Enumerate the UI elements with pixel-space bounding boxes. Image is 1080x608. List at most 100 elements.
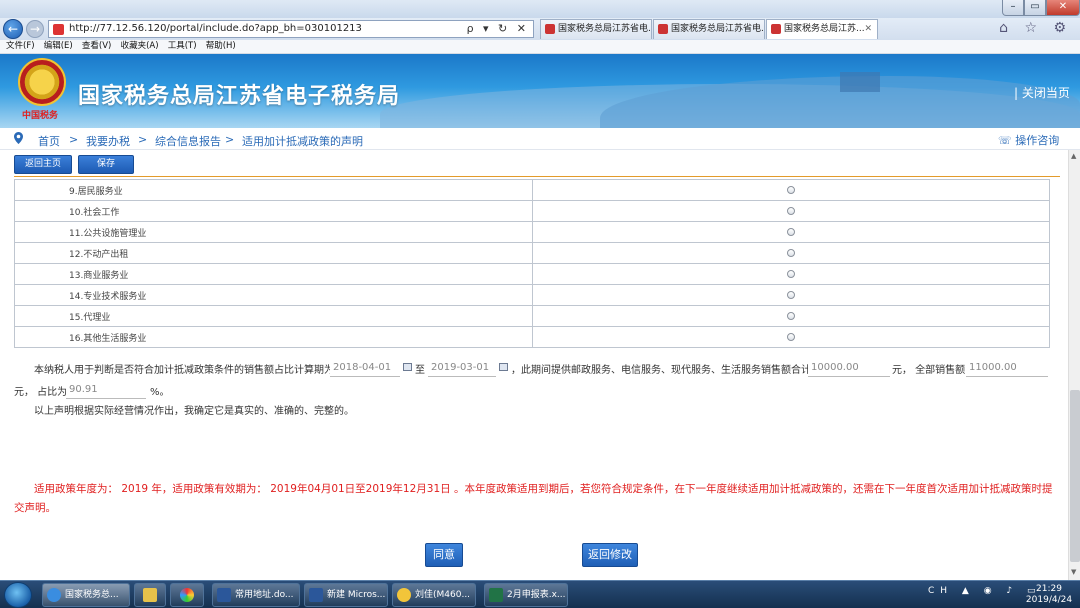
percent-label: %。 xyxy=(150,387,170,398)
taskbar-word-1[interactable]: 常用地址.do... xyxy=(212,583,300,607)
task-label: 常用地址.do... xyxy=(235,590,294,600)
scroll-up-icon[interactable]: ▲ xyxy=(1071,152,1076,160)
industry-radio[interactable] xyxy=(787,248,795,257)
industry-radio[interactable] xyxy=(787,311,795,320)
emblem-caption: 中国税务 xyxy=(22,111,59,121)
taskbar: 国家税务总... 常用地址.do... 新建 Micros... 刘佳(M460… xyxy=(0,580,1080,608)
table-row: 10.社会工作 xyxy=(14,200,1050,222)
tab-close-icon[interactable]: ✕ xyxy=(864,20,872,38)
table-row: 16.其他生活服务业 xyxy=(14,326,1050,348)
back-button[interactable]: ← xyxy=(3,19,23,39)
url-text: http://77.12.56.120/portal/include.do?ap… xyxy=(69,23,362,34)
agree-button[interactable]: 同意 xyxy=(425,543,463,567)
start-button[interactable] xyxy=(4,582,32,608)
folder-icon xyxy=(143,588,157,602)
task-label: 国家税务总... xyxy=(65,590,119,600)
industry-radio[interactable] xyxy=(787,206,795,215)
colorwheel-icon xyxy=(180,588,194,602)
taskbar-im[interactable]: 刘佳(M460... xyxy=(392,583,476,607)
form-toolbar: 返回主页 保存 xyxy=(0,150,1068,176)
start-date-field[interactable] xyxy=(330,359,400,377)
table-row: 14.专业技术服务业 xyxy=(14,284,1050,306)
industry-radio[interactable] xyxy=(787,185,795,194)
calendar-icon[interactable] xyxy=(403,363,412,371)
industry-radio[interactable] xyxy=(787,227,795,236)
service-sales-field[interactable] xyxy=(808,359,890,377)
to-label: 至 xyxy=(415,365,425,376)
menu-tools[interactable]: 工具(T) xyxy=(168,40,197,53)
menu-favorites[interactable]: 收藏夹(A) xyxy=(121,40,159,53)
industry-name: 9.居民服务业 xyxy=(14,179,533,201)
industry-name: 13.商业服务业 xyxy=(14,263,533,285)
help-consult-link[interactable]: ☏ 操作咨询 xyxy=(998,132,1059,148)
industry-select-cell xyxy=(532,242,1050,264)
industry-name: 11.公共设施管理业 xyxy=(14,221,533,243)
great-wall-decoration xyxy=(840,72,880,92)
breadcrumb-my-tax[interactable]: 我要办税 xyxy=(86,133,130,149)
browser-tab-active[interactable]: 国家税务总局江苏... ✕ xyxy=(766,19,878,39)
menu-view[interactable]: 查看(V) xyxy=(82,40,111,53)
menu-edit[interactable]: 编辑(E) xyxy=(44,40,73,53)
breadcrumb-separator: > xyxy=(69,133,79,146)
declaration-mid: ，此期间提供邮政服务、电信服务、现代服务、生活服务销售额合计 xyxy=(511,365,811,376)
forward-button[interactable]: → xyxy=(26,20,44,38)
statement-text: 以上声明根据实际经营情况作出，我确定它是真实的、准确的、完整的。 xyxy=(34,406,354,417)
word-icon xyxy=(309,588,323,602)
menu-file[interactable]: 文件(F) xyxy=(6,40,35,53)
close-page-link[interactable]: | 关闭当页 xyxy=(1014,84,1070,101)
browser-tab-2[interactable]: 国家税务总局江苏省电... xyxy=(653,19,765,39)
close-window-button[interactable]: ✕ xyxy=(1046,0,1080,16)
industry-radio[interactable] xyxy=(787,290,795,299)
url-field[interactable]: http://77.12.56.120/portal/include.do?ap… xyxy=(48,20,534,38)
industry-name: 10.社会工作 xyxy=(14,200,533,222)
maximize-button[interactable]: ▭ xyxy=(1024,0,1046,16)
minimize-button[interactable]: – xyxy=(1002,0,1024,16)
tab-favicon-icon xyxy=(771,24,781,34)
breadcrumb-separator: > xyxy=(225,133,235,146)
table-row: 11.公共设施管理业 xyxy=(14,221,1050,243)
industry-select-cell xyxy=(532,179,1050,201)
total-sales-field[interactable] xyxy=(966,359,1048,377)
industry-radio[interactable] xyxy=(787,332,795,341)
industry-select-cell xyxy=(532,221,1050,243)
breadcrumb: 首页 > 我要办税 > 综合信息报告 > 适用加计抵减政策的声明 ☏ 操作咨询 xyxy=(0,128,1080,150)
industry-radio[interactable] xyxy=(787,269,795,278)
table-row: 12.不动产出租 xyxy=(14,242,1050,264)
tax-emblem-icon xyxy=(18,58,66,106)
browser-tools-icons[interactable]: ⌂ ☆ ⚙ xyxy=(999,20,1072,36)
page-scrollbar[interactable]: ▲ ▼ xyxy=(1068,150,1080,580)
breadcrumb-home[interactable]: 首页 xyxy=(38,133,60,149)
clock[interactable]: 21:29 2019/4/24 xyxy=(1024,584,1074,606)
save-button[interactable]: 保存 xyxy=(78,155,134,174)
industry-name: 14.专业技术服务业 xyxy=(14,284,533,306)
address-bar-row: ← → http://77.12.56.120/portal/include.d… xyxy=(0,18,1080,40)
site-title: 国家税务总局江苏省电子税务局 xyxy=(78,84,401,109)
industry-select-cell xyxy=(532,263,1050,285)
scroll-down-icon[interactable]: ▼ xyxy=(1071,568,1076,576)
window-titlebar: – ▭ ✕ xyxy=(0,0,1080,18)
url-tools-icons[interactable]: ρ ▾ ↻ ✕ xyxy=(467,22,529,35)
taskbar-ie[interactable]: 国家税务总... xyxy=(42,583,130,607)
taskbar-excel[interactable]: 2月申报表.x... xyxy=(484,583,568,607)
breadcrumb-info-report[interactable]: 综合信息报告 xyxy=(155,133,221,149)
tab-label: 国家税务总局江苏... xyxy=(784,24,865,34)
ratio-field[interactable] xyxy=(66,381,146,399)
site-favicon-icon xyxy=(53,24,64,35)
taskbar-explorer[interactable] xyxy=(134,583,166,607)
end-date-field[interactable] xyxy=(428,359,496,377)
table-row: 15.代理业 xyxy=(14,305,1050,327)
browser-tab-1[interactable]: 国家税务总局江苏省电... xyxy=(540,19,652,39)
home-button[interactable]: 返回主页 xyxy=(14,155,72,174)
table-row: 13.商业服务业 xyxy=(14,263,1050,285)
back-modify-button[interactable]: 返回修改 xyxy=(582,543,638,567)
clock-date: 2019/4/24 xyxy=(1025,595,1073,605)
site-banner: 中国税务 国家税务总局江苏省电子税务局 | 关闭当页 xyxy=(0,54,1080,128)
menu-help[interactable]: 帮助(H) xyxy=(206,40,236,53)
calendar-icon[interactable] xyxy=(499,363,508,371)
taskbar-color-app[interactable] xyxy=(170,583,204,607)
industry-name: 12.不动产出租 xyxy=(14,242,533,264)
task-label: 刘佳(M460... xyxy=(415,590,471,600)
scrollbar-thumb[interactable] xyxy=(1070,390,1080,562)
industry-name: 15.代理业 xyxy=(14,305,533,327)
taskbar-word-2[interactable]: 新建 Micros... xyxy=(304,583,388,607)
